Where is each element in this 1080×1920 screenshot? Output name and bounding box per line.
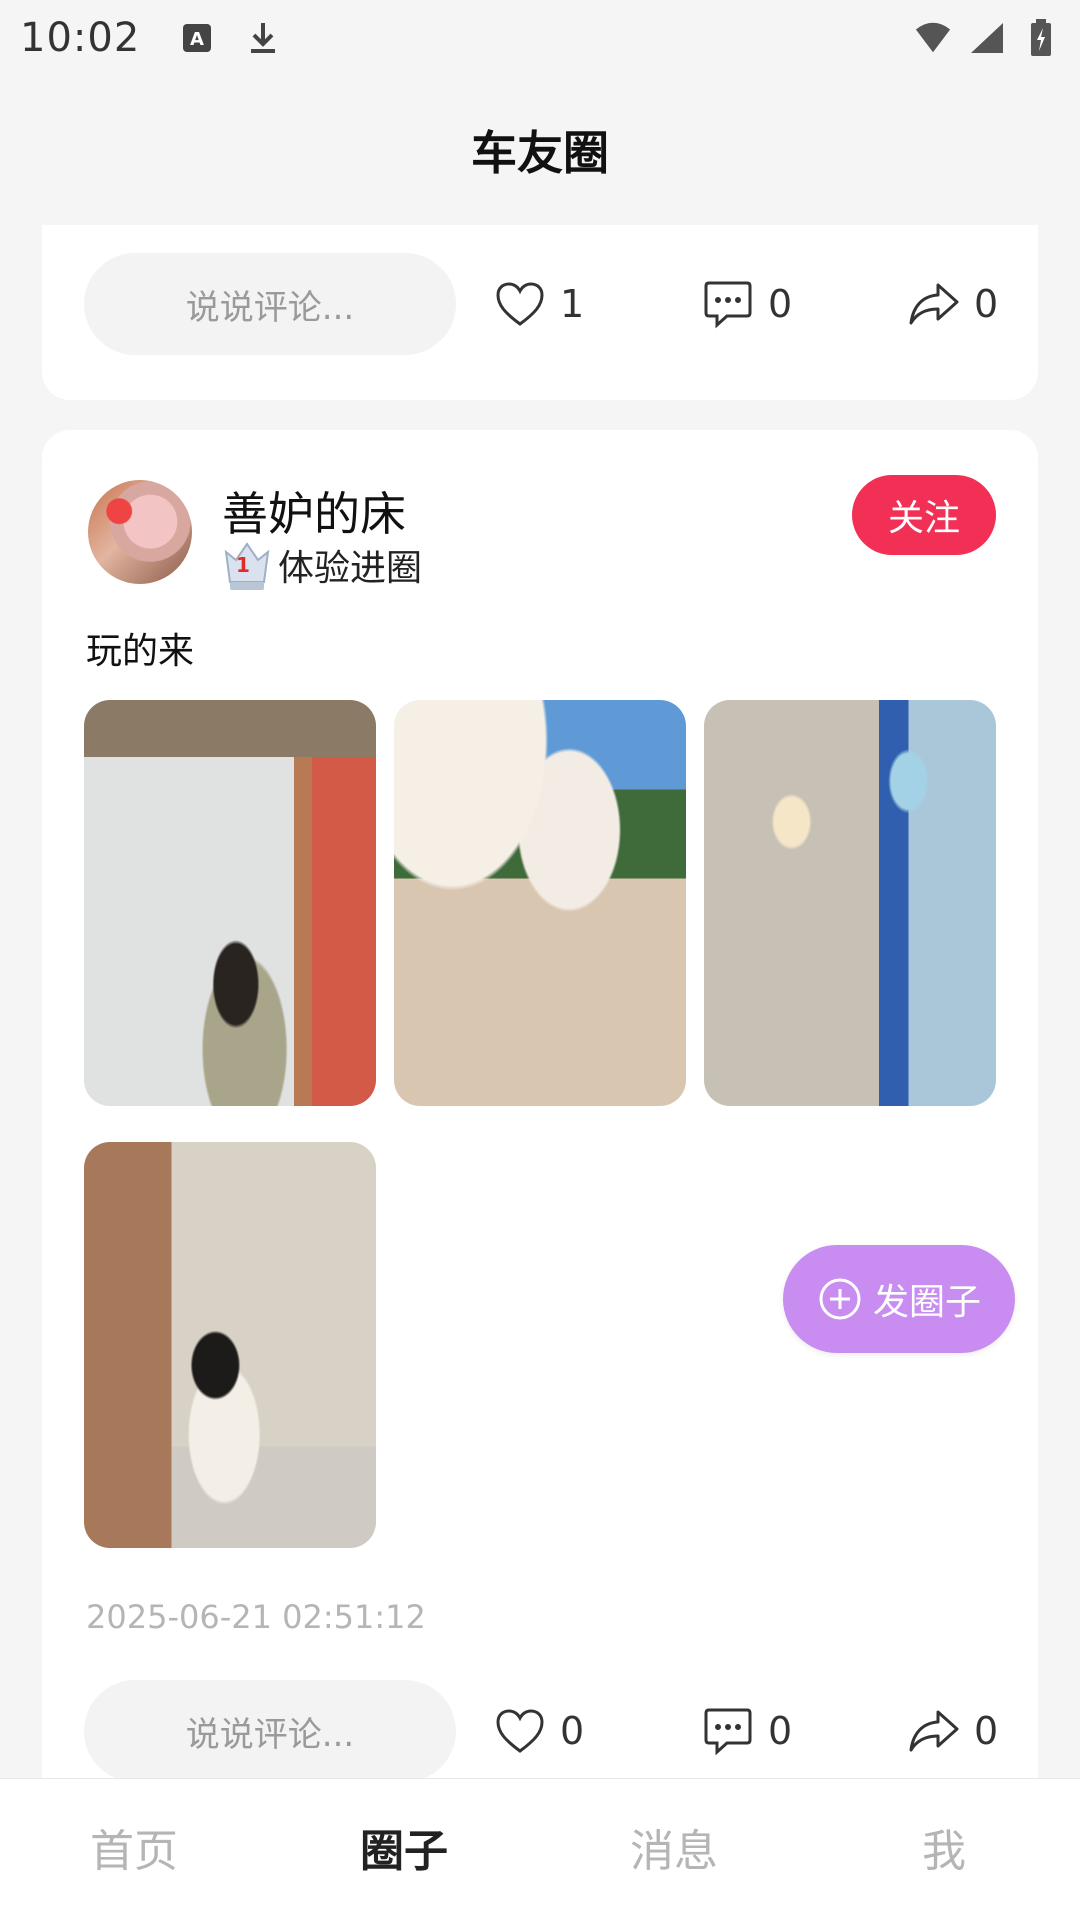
- post-photo[interactable]: [84, 700, 376, 1106]
- status-icons-right: [914, 18, 1060, 57]
- like-button[interactable]: 1: [494, 278, 584, 330]
- share-arrow-icon: [908, 278, 960, 330]
- like-count: 1: [560, 282, 585, 326]
- fab-label: 发圈子: [872, 1282, 981, 1323]
- share-button[interactable]: 0: [908, 278, 998, 330]
- nav-item-me[interactable]: 我: [922, 1815, 966, 1879]
- page-header: 车友圈: [0, 90, 1080, 210]
- post-text: 玩的来: [86, 631, 195, 672]
- nav-item-circle[interactable]: 圈子: [360, 1815, 448, 1879]
- status-time: 10:02: [20, 14, 141, 61]
- like-count: 0: [560, 1709, 585, 1753]
- like-button[interactable]: 0: [494, 1705, 584, 1757]
- keyboard-a-icon: A: [178, 19, 216, 57]
- avatar[interactable]: [88, 480, 192, 584]
- comment-button[interactable]: 0: [702, 278, 792, 330]
- nav-item-messages[interactable]: 消息: [630, 1815, 718, 1879]
- share-count: 0: [974, 282, 999, 326]
- comment-bubble-icon: [702, 1705, 754, 1757]
- plus-circle-icon: [817, 1276, 863, 1322]
- post-photo[interactable]: [84, 1142, 376, 1548]
- heart-icon: [494, 278, 546, 330]
- nav-item-home[interactable]: 首页: [90, 1815, 178, 1879]
- page-title: 车友圈: [471, 126, 609, 180]
- download-icon: [244, 19, 282, 57]
- bottom-nav: 首页 圈子 消息 我: [0, 1778, 1080, 1920]
- action-row: 说说评论... 1 0 0: [42, 253, 1038, 355]
- share-button[interactable]: 0: [908, 1705, 998, 1757]
- badge-number: 1: [236, 553, 250, 577]
- comment-bubble-icon: [702, 278, 754, 330]
- battery-charging-icon: [1022, 18, 1060, 57]
- wifi-icon: [914, 19, 952, 57]
- comment-input[interactable]: 说说评论...: [84, 1680, 456, 1782]
- cell-signal-icon: [968, 19, 1006, 57]
- username[interactable]: 善妒的床: [222, 478, 406, 544]
- status-bar: 10:02 A: [0, 0, 1080, 75]
- comment-input[interactable]: 说说评论...: [84, 253, 456, 355]
- comment-count: 0: [768, 1709, 793, 1753]
- svg-text:A: A: [190, 29, 204, 50]
- comment-count: 0: [768, 282, 793, 326]
- post-card: 善妒的床 1 体验进圈 关注 玩的来 2025-06-21 02:51:12 说…: [42, 430, 1038, 1830]
- post-timestamp: 2025-06-21 02:51:12: [86, 1598, 426, 1636]
- post-circle-fab[interactable]: 发圈子: [783, 1245, 1015, 1353]
- heart-icon: [494, 1705, 546, 1757]
- post-photo[interactable]: [394, 700, 686, 1106]
- user-badge: 1 体验进圈: [222, 538, 422, 592]
- share-arrow-icon: [908, 1705, 960, 1757]
- action-row: 说说评论... 0 0 0: [42, 1680, 1038, 1782]
- post-photo[interactable]: [704, 700, 996, 1106]
- badge-text: 体验进圈: [278, 548, 423, 589]
- follow-button[interactable]: 关注: [852, 475, 996, 555]
- comment-button[interactable]: 0: [702, 1705, 792, 1757]
- status-icons-left: A: [178, 19, 282, 57]
- post-card-previous: 说说评论... 1 0 0: [42, 225, 1038, 400]
- share-count: 0: [974, 1709, 999, 1753]
- crown-badge-icon: 1: [222, 538, 272, 592]
